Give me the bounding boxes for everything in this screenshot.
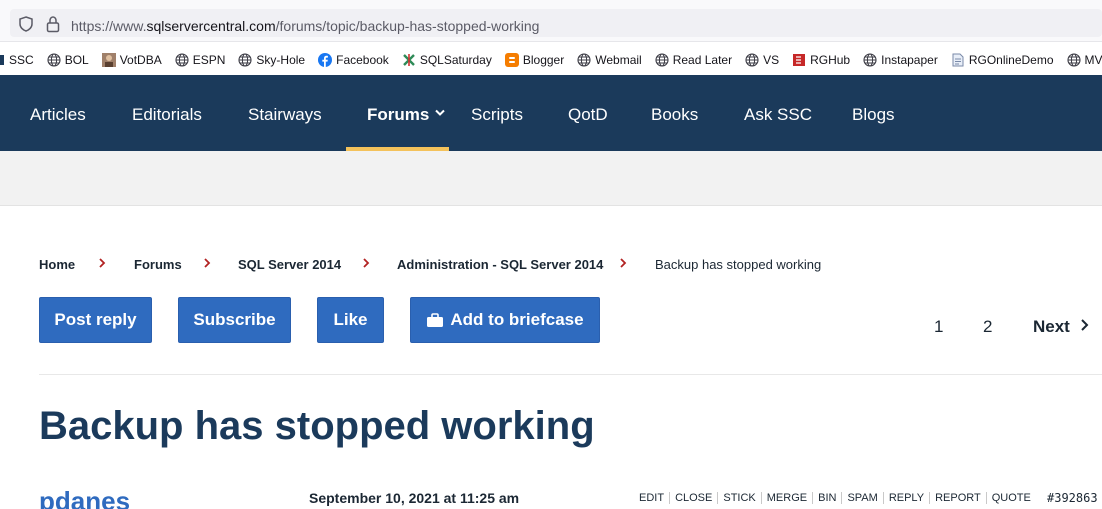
bookmark-votdba[interactable]: VotDBA — [101, 53, 162, 67]
bookmark-label: Sky-Hole — [256, 53, 306, 67]
bookmark-blogger[interactable]: Blogger — [504, 53, 565, 67]
breadcrumb-administration[interactable]: Administration - SQL Server 2014 — [397, 257, 603, 272]
bookmark-read-later[interactable]: Read Later — [655, 53, 732, 67]
bookmark-label: Instapaper — [881, 53, 938, 67]
bookmark-label: BOL — [64, 53, 89, 67]
close-action[interactable]: CLOSE — [669, 492, 717, 504]
nav-scripts[interactable]: Scripts — [471, 105, 523, 125]
globe-icon — [745, 53, 763, 67]
post-date: September 10, 2021 at 11:25 am — [309, 490, 520, 506]
lock-icon[interactable] — [45, 15, 61, 33]
facebook-icon — [318, 53, 336, 67]
sub-header-band — [0, 151, 1102, 206]
chevron-right-icon — [620, 258, 627, 268]
post-reply-button[interactable]: Post reply — [39, 297, 152, 343]
breadcrumb-current: Backup has stopped working — [655, 257, 822, 272]
bin-action[interactable]: BIN — [812, 492, 841, 504]
bookmark-label: RGOnlineDemo — [968, 53, 1054, 67]
bookmark-rghub[interactable]: RGHub — [792, 53, 850, 67]
divider — [39, 374, 1102, 375]
add-to-briefcase-label: Add to briefcase — [450, 310, 584, 329]
bookmark-webmail[interactable]: Webmail — [577, 53, 642, 67]
nav-stairways[interactable]: Stairways — [248, 105, 322, 125]
globe-icon — [238, 53, 256, 67]
nav-books[interactable]: Books — [651, 105, 698, 125]
bookmarks-bar: SSC BOL VotDBA ESPN Sky-Hole Facebook SQLSatur… — [0, 48, 1102, 72]
globe-icon — [655, 53, 673, 67]
page-2-link[interactable]: 2 — [983, 317, 992, 337]
bookmark-label: RGHub — [810, 53, 851, 67]
bookmark-facebook[interactable]: Facebook — [318, 53, 389, 67]
bookmark-bol[interactable]: BOL — [47, 53, 89, 67]
chevron-right-icon — [204, 258, 211, 268]
globe-icon — [47, 53, 65, 67]
page-icon — [951, 53, 969, 67]
bookmark-label: Webmail — [595, 53, 642, 67]
bookmark-instapaper[interactable]: Instapaper — [863, 53, 938, 67]
quote-action[interactable]: QUOTE — [985, 492, 1036, 504]
next-page-link[interactable]: Next — [1033, 317, 1070, 337]
subscribe-label: Subscribe — [193, 310, 276, 329]
post-actions: EDIT CLOSE STICK MERGE BIN SPAM REPLY RE… — [639, 492, 1036, 504]
blogger-icon — [504, 53, 523, 67]
bookmark-ssc[interactable]: SSC — [0, 53, 34, 67]
chevron-down-icon[interactable] — [434, 108, 446, 118]
breadcrumb-home[interactable]: Home — [39, 257, 75, 272]
ssc-icon — [0, 53, 9, 67]
post-permalink[interactable]: #392863 — [1047, 491, 1098, 505]
nav-ask-ssc[interactable]: Ask SSC — [744, 105, 812, 125]
reply-action[interactable]: REPLY — [882, 492, 929, 504]
bookmark-rgonlinedemo[interactable]: RGOnlineDemo — [951, 53, 1054, 67]
bookmark-sky-hole[interactable]: Sky-Hole — [238, 53, 305, 67]
bookmark-vs[interactable]: VS — [745, 53, 779, 67]
bookmark-label: SQLSaturday — [419, 53, 492, 67]
breadcrumb-forums[interactable]: Forums — [134, 257, 182, 272]
topic-title: Backup has stopped working — [39, 404, 595, 448]
post-author-link[interactable]: pdanes — [39, 486, 130, 509]
bookmark-mvp[interactable]: MVP — [1066, 53, 1102, 67]
rghub-icon — [792, 53, 810, 67]
nav-blogs[interactable]: Blogs — [852, 105, 895, 125]
bookmark-label: Facebook — [336, 53, 389, 67]
chevron-right-icon[interactable] — [1079, 318, 1089, 332]
like-label: Like — [333, 310, 368, 329]
bookmark-label: MVP — [1084, 53, 1102, 67]
bookmark-espn[interactable]: ESPN — [175, 53, 226, 67]
page-1-link[interactable]: 1 — [934, 317, 943, 337]
report-action[interactable]: REPORT — [929, 492, 986, 504]
bookmark-label: SSC — [9, 53, 34, 67]
globe-icon — [1066, 53, 1085, 67]
bookmark-label: VotDBA — [119, 53, 162, 67]
briefcase-icon — [427, 312, 444, 327]
bookmark-label: VS — [763, 53, 780, 67]
globe-icon — [577, 53, 595, 67]
bookmark-label: Read Later — [672, 53, 733, 67]
nav-articles[interactable]: Articles — [30, 105, 86, 125]
globe-icon — [863, 53, 881, 67]
like-button[interactable]: Like — [317, 297, 384, 343]
subscribe-button[interactable]: Subscribe — [178, 297, 291, 343]
nav-forums[interactable]: Forums — [367, 105, 429, 125]
main-nav: Articles Editorials Stairways Forums Scr… — [0, 75, 1102, 151]
add-to-briefcase-button[interactable]: Add to briefcase — [410, 297, 600, 343]
url-text[interactable]: https://www.sqlservercentral.com/forums/… — [71, 18, 539, 34]
chevron-right-icon — [99, 258, 106, 268]
bookmark-label: ESPN — [192, 53, 226, 67]
merge-action[interactable]: MERGE — [760, 492, 812, 504]
edit-action[interactable]: EDIT — [639, 492, 669, 504]
post-reply-label: Post reply — [54, 310, 137, 329]
sqlsaturday-icon — [402, 53, 420, 67]
nav-editorials[interactable]: Editorials — [132, 105, 202, 125]
bookmark-label: Blogger — [522, 53, 565, 67]
nav-qotd[interactable]: QotD — [568, 105, 608, 125]
spam-action[interactable]: SPAM — [841, 492, 882, 504]
globe-icon — [175, 53, 193, 67]
bookmark-sqlsaturday[interactable]: SQLSaturday — [402, 53, 492, 67]
breadcrumb-sql-server-2014[interactable]: SQL Server 2014 — [238, 257, 341, 272]
avatar-icon — [101, 53, 120, 67]
shield-icon[interactable] — [18, 16, 34, 32]
chevron-right-icon — [363, 258, 370, 268]
stick-action[interactable]: STICK — [717, 492, 760, 504]
